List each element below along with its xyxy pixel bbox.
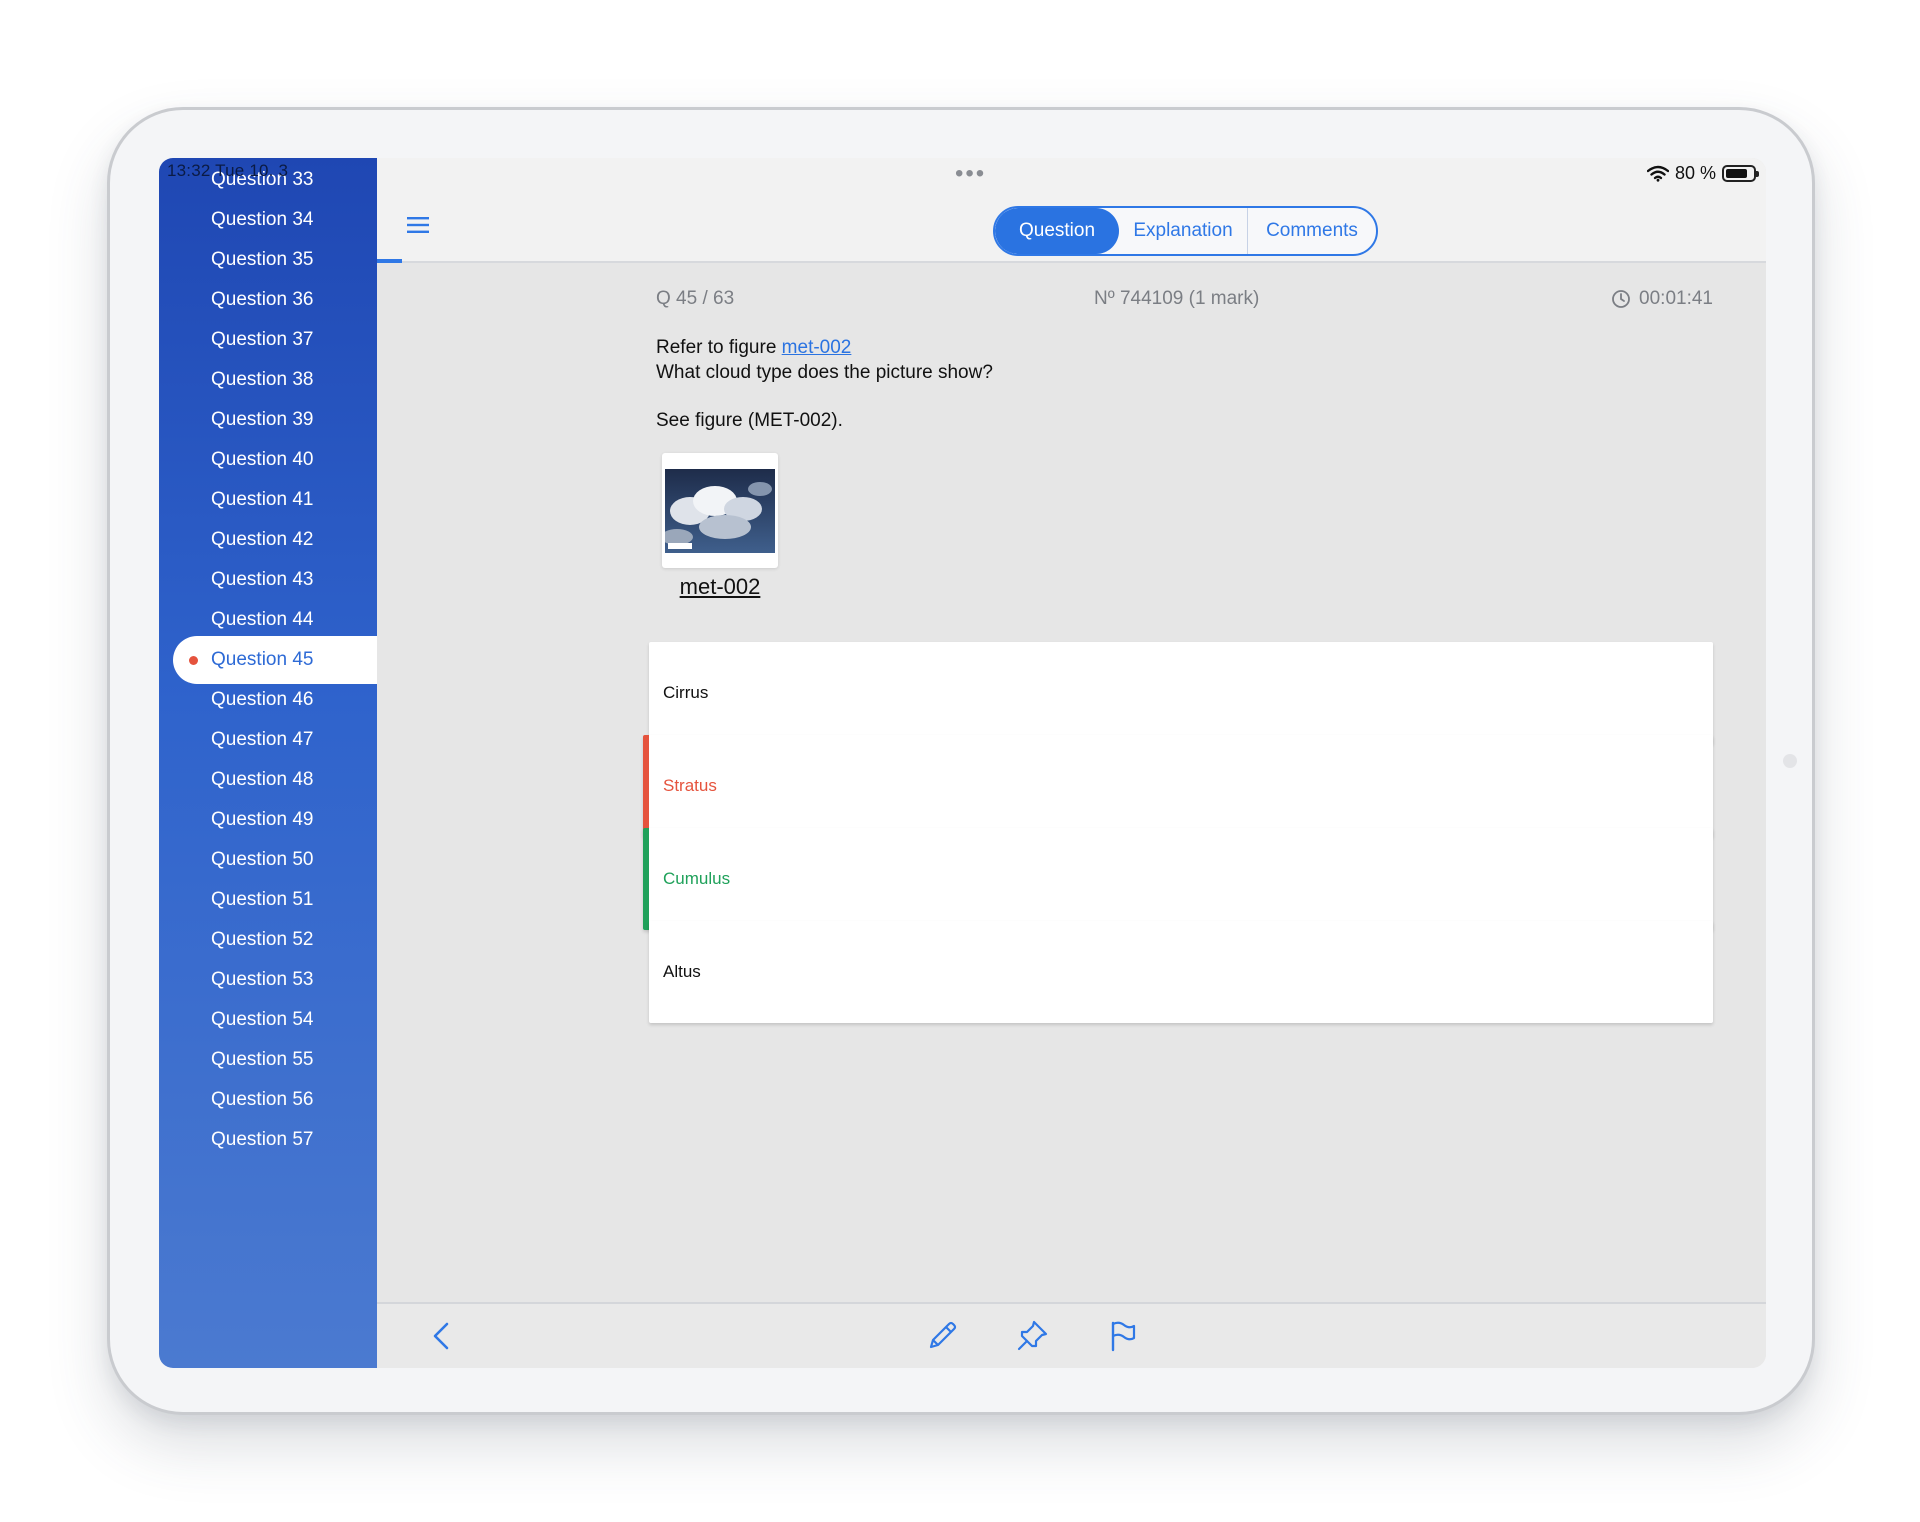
hamburger-menu-icon[interactable] xyxy=(407,216,429,234)
answer-option-wrong[interactable]: Stratus xyxy=(643,735,1713,837)
question-sidebar[interactable]: 13:32 Tue 10. 3 Question 33 Question 34 … xyxy=(159,158,377,1368)
topbar-accent-line xyxy=(377,259,402,263)
figure-link[interactable]: met-002 xyxy=(782,337,852,358)
bottom-toolbar xyxy=(377,1302,1766,1368)
answer-option[interactable]: Cirrus xyxy=(649,642,1713,744)
device-side-button xyxy=(1783,754,1797,768)
tab-question[interactable]: Question xyxy=(995,208,1119,254)
main-panel: ••• 80 % Question Explanation Comments Q… xyxy=(377,158,1766,1368)
tab-comments[interactable]: Comments xyxy=(1248,208,1376,254)
more-dots-icon[interactable]: ••• xyxy=(955,160,986,188)
pin-icon[interactable] xyxy=(1014,1318,1050,1354)
sidebar-item-question-57[interactable]: Question 57 xyxy=(173,1116,377,1164)
timer-value: 00:01:41 xyxy=(1639,288,1713,309)
pencil-icon[interactable] xyxy=(924,1318,960,1354)
view-segmented-control: Question Explanation Comments xyxy=(993,206,1378,256)
question-prompt: What cloud type does the picture show? xyxy=(656,362,993,383)
question-number: Nº 744109 (1 mark) xyxy=(1094,288,1260,309)
flag-icon[interactable] xyxy=(1104,1318,1140,1354)
question-timer: 00:01:41 xyxy=(1611,288,1713,310)
answer-option-correct[interactable]: Cumulus xyxy=(643,828,1713,930)
answer-label: Stratus xyxy=(663,776,717,795)
refer-prefix: Refer to figure xyxy=(656,337,782,358)
question-meta: Q 45 / 63 Nº 744109 (1 mark) 00:01:41 xyxy=(656,284,1713,314)
battery-percent: 80 % xyxy=(1674,162,1716,183)
figure-thumbnail[interactable] xyxy=(662,453,778,568)
app-screen: 13:32 Tue 10. 3 Question 33 Question 34 … xyxy=(159,158,1766,1368)
wifi-icon xyxy=(1646,165,1669,182)
question-text: Refer to figure met-002 What cloud type … xyxy=(656,335,993,385)
cloud-photo-image xyxy=(665,469,775,553)
question-counter: Q 45 / 63 xyxy=(656,288,735,309)
clock-icon xyxy=(1612,290,1630,308)
answer-label: Cirrus xyxy=(663,683,709,702)
current-question-dot xyxy=(189,656,198,665)
figure-caption[interactable]: met-002 xyxy=(672,574,768,600)
status-indicators: 80 % xyxy=(1646,160,1759,186)
answer-label: Cumulus xyxy=(663,869,731,888)
answer-label: Altus xyxy=(663,962,701,981)
status-time: 13:32 Tue 10. 3 xyxy=(167,161,289,180)
battery-icon xyxy=(1722,164,1759,182)
answer-option[interactable]: Altus xyxy=(649,921,1713,1023)
back-icon[interactable] xyxy=(425,1318,461,1354)
tab-explanation[interactable]: Explanation xyxy=(1119,208,1248,254)
battery-level xyxy=(1726,168,1747,178)
see-figure-note: See figure (MET-002). xyxy=(656,410,843,431)
top-bar: ••• 80 % Question Explanation Comments xyxy=(377,158,1766,263)
